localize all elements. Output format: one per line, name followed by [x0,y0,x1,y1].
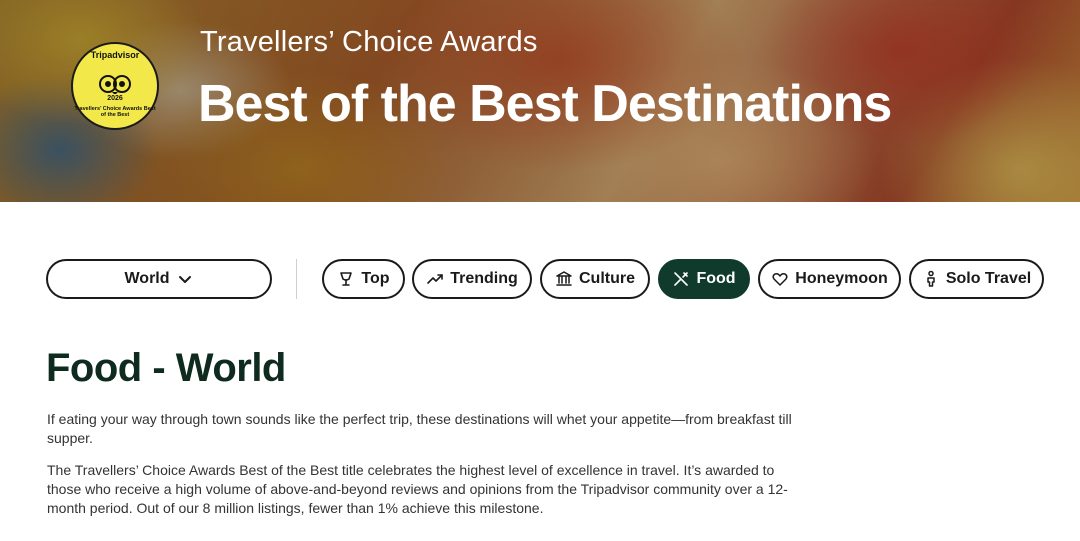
region-select-button[interactable]: World [46,259,272,299]
tab-trending-label: Trending [450,270,518,287]
hearts-icon [772,273,788,286]
hero-subtitle: Travellers’ Choice Awards [200,26,538,58]
person-icon [927,270,935,287]
tab-food[interactable]: Food [658,259,750,299]
badge-brand: Tripadvisor [90,50,140,60]
tab-food-label: Food [696,270,736,287]
tab-trending[interactable]: Trending [412,259,532,299]
tab-honeymoon-label: Honeymoon [795,270,888,287]
intro-paragraph: If eating your way through town sounds l… [47,411,792,446]
chevron-down-icon [178,276,191,283]
page-title: Food - World [46,346,286,390]
tab-solo-travel[interactable]: Solo Travel [909,259,1044,299]
trending-up-icon [427,274,444,284]
hero-title: Best of the Best Destinations [198,75,892,133]
fork-knife-icon [674,272,689,286]
tab-top-label: Top [361,270,390,287]
hero-banner: Tripadvisor 2026 Travellers’ Choice Awar… [0,0,1080,202]
tab-honeymoon[interactable]: Honeymoon [758,259,901,299]
description-paragraph: The Travellers’ Choice Awards Best of th… [47,462,788,516]
tab-culture[interactable]: Culture [540,259,650,299]
filter-divider [296,259,297,299]
tab-top[interactable]: Top [322,259,405,299]
badge-year: 2026 [107,95,123,102]
region-label: World [124,270,170,287]
trophy-icon [340,272,353,286]
badge-ring-text: Travellers’ Choice Awards Best of the Be… [74,106,156,118]
award-badge: Tripadvisor 2026 Travellers’ Choice Awar… [71,42,159,130]
tab-culture-label: Culture [579,270,635,287]
tab-solo-travel-label: Solo Travel [945,270,1032,287]
museum-icon [556,271,572,286]
owl-logo-icon [99,75,131,94]
